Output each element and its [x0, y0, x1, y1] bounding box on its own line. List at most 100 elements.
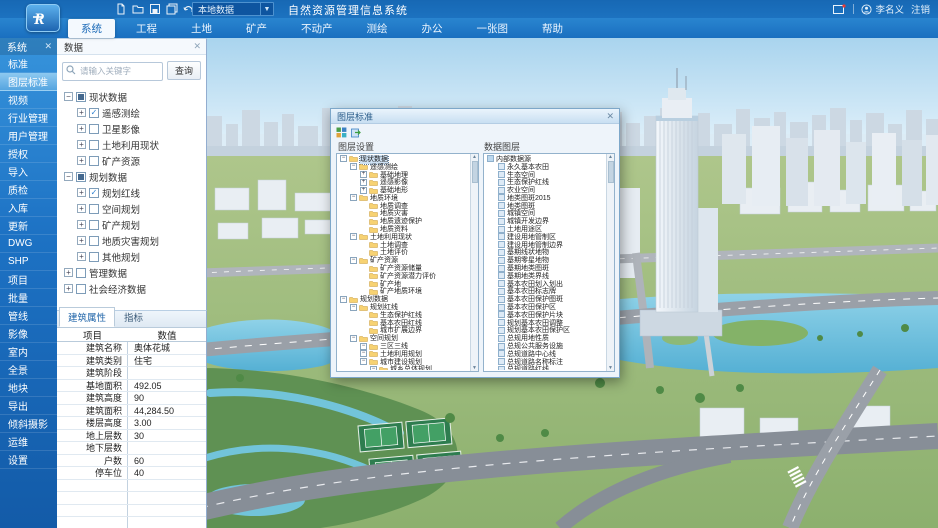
tree-row[interactable]: 其他规划: [57, 249, 206, 265]
tree-row[interactable]: 现状数据: [57, 89, 206, 105]
expander-icon[interactable]: [77, 156, 86, 165]
table-row[interactable]: 停车位 40: [57, 467, 206, 480]
sidebar-item[interactable]: 授权: [0, 145, 57, 163]
expander-icon[interactable]: [64, 92, 73, 101]
checkbox[interactable]: [89, 236, 99, 246]
expander-icon[interactable]: [350, 304, 357, 311]
expander-icon[interactable]: [64, 268, 73, 277]
sidebar-item[interactable]: 图层标准: [0, 73, 57, 91]
sidebar-item[interactable]: SHP: [0, 253, 57, 271]
table-row[interactable]: 建筑名称 奥体花城: [57, 342, 206, 355]
scrollbar-thumb[interactable]: [472, 161, 478, 183]
menu-item[interactable]: 帮助: [529, 19, 576, 38]
expander-icon[interactable]: [360, 350, 367, 357]
table-row[interactable]: 地下层数: [57, 442, 206, 455]
sidebar-item[interactable]: 全景: [0, 361, 57, 379]
notification-icon[interactable]: [833, 4, 846, 15]
sidebar-item[interactable]: 影像: [0, 325, 57, 343]
table-row[interactable]: 地上层数 30: [57, 430, 206, 443]
layer-tree-row[interactable]: 土地评价: [338, 249, 469, 257]
sidebar-item[interactable]: 用户管理: [0, 127, 57, 145]
data-source-item[interactable]: 生态保护红线: [485, 178, 605, 186]
menu-item[interactable]: 工程: [123, 19, 170, 38]
tree-row[interactable]: 卫星影像: [57, 121, 206, 137]
logout-button[interactable]: 注销: [911, 2, 930, 16]
tree-row[interactable]: 遥感测绘: [57, 105, 206, 121]
tree-row[interactable]: 规划数据: [57, 169, 206, 185]
checkbox[interactable]: [89, 140, 99, 150]
search-button[interactable]: 查询: [167, 61, 201, 80]
dialog-titlebar[interactable]: 图层标准 ✕: [331, 109, 619, 124]
layer-tree-row[interactable]: 规划数据: [338, 295, 469, 303]
expander-icon[interactable]: [360, 187, 367, 194]
expander-icon[interactable]: [77, 220, 86, 229]
tree-row[interactable]: 矿产资源: [57, 153, 206, 169]
layer-grid-icon[interactable]: [336, 127, 347, 138]
tree-row[interactable]: 地质灾害规划: [57, 233, 206, 249]
user-menu[interactable]: 李名义: [861, 2, 904, 16]
search-input[interactable]: [62, 62, 163, 81]
expander-icon[interactable]: [350, 257, 357, 264]
tree-row[interactable]: 管理数据: [57, 265, 206, 281]
close-icon[interactable]: ✕: [193, 41, 201, 52]
expander-icon[interactable]: [64, 284, 73, 293]
layer-tree-row[interactable]: 基础地形: [338, 186, 469, 194]
table-row[interactable]: 楼层高度 3.00: [57, 417, 206, 430]
sidebar-item[interactable]: 管线: [0, 307, 57, 325]
expander-icon[interactable]: [77, 140, 86, 149]
save-icon[interactable]: [149, 3, 161, 15]
tree-row[interactable]: 空间规划: [57, 201, 206, 217]
sidebar-item[interactable]: 批量: [0, 289, 57, 307]
checkbox[interactable]: [76, 284, 86, 294]
table-row[interactable]: 建筑类别 住宅: [57, 355, 206, 368]
table-row[interactable]: 建筑阶段: [57, 367, 206, 380]
save-all-icon[interactable]: [166, 3, 178, 15]
sidebar-item[interactable]: 倾斜摄影: [0, 415, 57, 433]
sidebar-item[interactable]: 标准: [0, 55, 57, 73]
layer-tree-row[interactable]: 现状数据: [338, 155, 469, 163]
menu-item[interactable]: 系统: [68, 19, 115, 38]
table-row[interactable]: 户数 60: [57, 455, 206, 468]
data-source-item[interactable]: 城镇开发边界: [485, 217, 605, 225]
scrollbar-vertical[interactable]: ▲▼: [470, 154, 478, 371]
menu-item[interactable]: 一张图: [464, 19, 522, 38]
sidebar-item[interactable]: 入库: [0, 199, 57, 217]
table-row[interactable]: 建筑面积 44,284.50: [57, 405, 206, 418]
expander-icon[interactable]: [340, 155, 347, 162]
data-source-item[interactable]: 地类图斑2015: [485, 194, 605, 202]
checkbox[interactable]: [89, 204, 99, 214]
table-row[interactable]: [57, 517, 206, 528]
sidebar-item[interactable]: 室内: [0, 343, 57, 361]
tree-row[interactable]: 规划红线: [57, 185, 206, 201]
sidebar-item[interactable]: 质检: [0, 181, 57, 199]
sidebar-item[interactable]: 导入: [0, 163, 57, 181]
sidebar-item[interactable]: 视频: [0, 91, 57, 109]
expander-icon[interactable]: [360, 171, 367, 178]
sidebar-item[interactable]: 行业管理: [0, 109, 57, 127]
expander-icon[interactable]: [64, 172, 73, 181]
sidebar-item[interactable]: 更新: [0, 217, 57, 235]
layer-tree-row[interactable]: 矿产地质环境: [338, 288, 469, 296]
menu-item[interactable]: 矿产: [233, 19, 280, 38]
layer-tree-row[interactable]: 矿产资源潜力评价: [338, 272, 469, 280]
expander-icon[interactable]: [350, 163, 357, 170]
open-folder-icon[interactable]: [132, 3, 144, 15]
close-icon[interactable]: ✕: [606, 111, 614, 122]
checkbox[interactable]: [89, 124, 99, 134]
expander-icon[interactable]: [350, 233, 357, 240]
scrollbar-vertical[interactable]: ▲▼: [606, 154, 614, 371]
tab[interactable]: 建筑属性: [59, 307, 115, 327]
sidebar-item[interactable]: 项目: [0, 271, 57, 289]
expander-icon[interactable]: [360, 343, 367, 350]
expander-icon[interactable]: [77, 108, 86, 117]
checkbox[interactable]: [89, 156, 99, 166]
checkbox[interactable]: [89, 188, 99, 198]
table-row[interactable]: [57, 505, 206, 518]
dataset-select[interactable]: 本地数据 ▼: [192, 2, 274, 16]
data-source-item[interactable]: 总规道路红线: [485, 366, 605, 370]
new-file-icon[interactable]: [115, 3, 127, 15]
expander-icon[interactable]: [360, 358, 367, 365]
sidebar-item[interactable]: 地块: [0, 379, 57, 397]
menu-item[interactable]: 不动产: [288, 19, 346, 38]
expander-icon[interactable]: [77, 204, 86, 213]
